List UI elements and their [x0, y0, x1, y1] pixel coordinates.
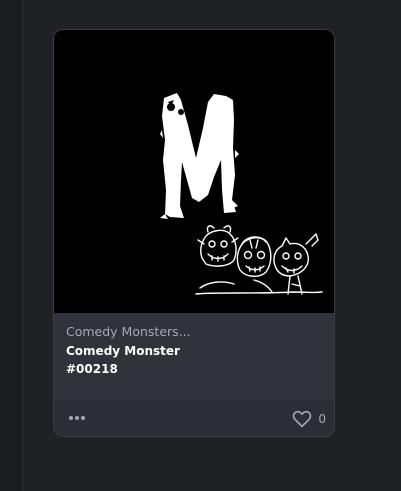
artwork-image [54, 30, 334, 313]
like-button[interactable]: 0 [292, 409, 326, 429]
collection-name[interactable]: Comedy Monsters... [66, 324, 191, 339]
page: Comedy Monsters... Comedy Monster #00218… [0, 0, 401, 491]
card-footer: 0 [54, 398, 334, 436]
like-count: 0 [318, 412, 326, 426]
heart-outline-icon [293, 410, 312, 428]
more-horizontal-icon [69, 416, 85, 420]
item-number: #00218 [66, 362, 118, 376]
card-info: Comedy Monsters... Comedy Monster #00218 [54, 313, 334, 398]
nft-artwork[interactable] [54, 30, 334, 313]
item-name[interactable]: Comedy Monster [66, 344, 180, 358]
left-rail [0, 0, 23, 491]
nft-card[interactable]: Comedy Monsters... Comedy Monster #00218… [53, 29, 335, 437]
more-options-button[interactable] [67, 409, 89, 427]
